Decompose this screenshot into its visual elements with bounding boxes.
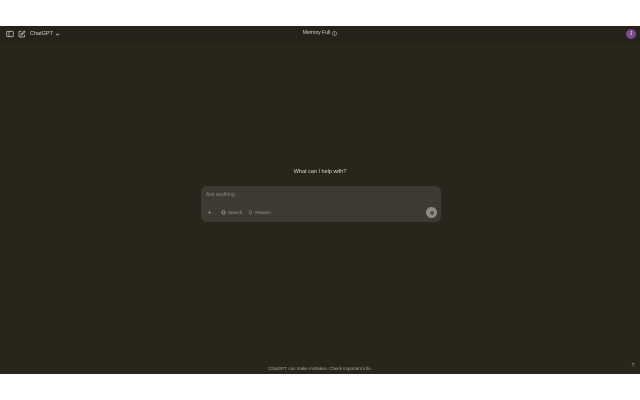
info-icon <box>332 30 337 36</box>
reason-button[interactable]: Reason <box>248 210 271 215</box>
search-label: Search <box>228 210 243 215</box>
message-composer: Search Reason <box>201 186 441 222</box>
compose-icon <box>18 30 26 38</box>
new-chat-button[interactable] <box>17 29 27 39</box>
greeting-heading: What can I help with? <box>293 169 347 175</box>
lightbulb-icon <box>249 210 253 215</box>
composer-tools: Search Reason <box>206 209 271 216</box>
user-avatar[interactable]: J <box>626 29 636 39</box>
chat-app: ChatGPT Memory Full J What can I help wi… <box>0 26 640 374</box>
attach-button[interactable] <box>206 209 213 216</box>
help-button[interactable]: ? <box>630 363 636 371</box>
reason-label: Reason <box>255 210 271 215</box>
model-name: ChatGPT <box>30 31 53 37</box>
memory-status[interactable]: Memory Full <box>303 30 338 36</box>
avatar-initial: J <box>629 31 633 37</box>
chevron-down-icon <box>55 33 60 36</box>
globe-icon <box>221 210 226 215</box>
plus-icon <box>207 210 212 215</box>
search-button[interactable]: Search <box>221 210 242 215</box>
disclaimer-text: ChatGPT can make mistakes. Check importa… <box>268 366 372 371</box>
voice-mode-button[interactable] <box>426 207 437 218</box>
conversation-title-bar: Memory Full <box>0 30 640 36</box>
sidebar-icon <box>6 30 14 38</box>
top-bar: ChatGPT Memory Full J <box>0 26 640 42</box>
sidebar-toggle-button[interactable] <box>5 29 15 39</box>
prompt-input[interactable] <box>206 190 431 200</box>
memory-status-label: Memory Full <box>302 30 331 36</box>
voice-wave-icon <box>429 210 434 215</box>
model-selector[interactable]: ChatGPT <box>30 28 60 40</box>
